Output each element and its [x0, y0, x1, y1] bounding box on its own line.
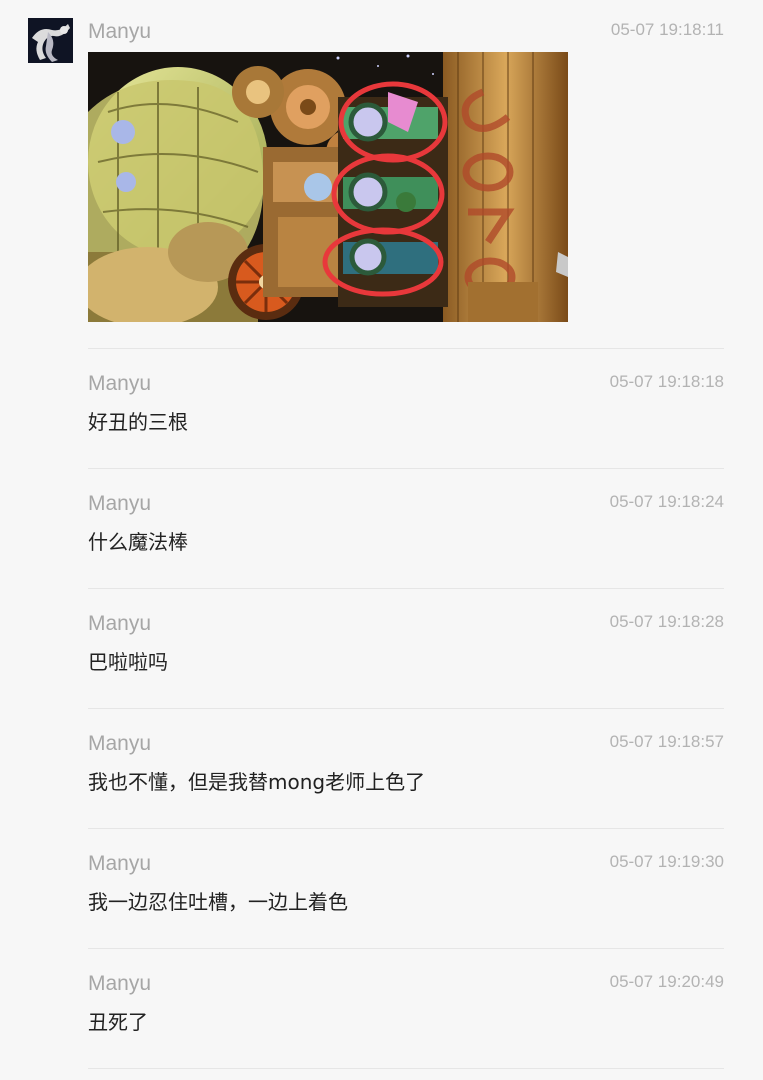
- message-text: 什么魔法棒: [88, 530, 188, 554]
- message-text: 我一边忍住吐槽，一边上着色: [88, 890, 348, 914]
- message-time: 05-07 19:19:30: [609, 852, 724, 871]
- divider: [88, 468, 724, 469]
- message-time: 05-07 19:18:57: [609, 732, 724, 751]
- message-time: 05-07 19:20:49: [609, 972, 724, 991]
- divider: [88, 828, 724, 829]
- sender-name[interactable]: Manyu: [88, 490, 151, 518]
- sender-name[interactable]: Manyu: [88, 730, 151, 758]
- message-text: 丑死了: [88, 1010, 148, 1034]
- sender-name[interactable]: Manyu: [88, 970, 151, 998]
- message-time: 05-07 19:18:18: [609, 372, 724, 391]
- divider: [88, 708, 724, 709]
- divider: [88, 1068, 724, 1069]
- message-item: Manyu 05-07 19:18:24 什么魔法棒: [88, 490, 724, 590]
- divider: [88, 348, 724, 349]
- message-text: 巴啦啦吗: [88, 650, 168, 674]
- sender-name[interactable]: Manyu: [88, 18, 151, 46]
- message-time: 05-07 19:18:24: [609, 492, 724, 511]
- message-image[interactable]: [88, 52, 568, 322]
- message-time: 05-07 19:18:11: [610, 20, 724, 39]
- message-time: 05-07 19:18:28: [609, 612, 724, 631]
- message-item: Manyu 05-07 19:20:49 丑死了: [88, 970, 724, 1070]
- message-item: Manyu 05-07 19:18:18 好丑的三根: [88, 370, 724, 470]
- chat-log: Manyu 05-07 19:18:11 Manyu 05-07 19:18:1…: [0, 0, 763, 1080]
- divider: [88, 588, 724, 589]
- message-text: 我也不懂，但是我替mong老师上色了: [88, 770, 426, 794]
- message-item: Manyu 05-07 19:18:11: [88, 18, 724, 349]
- message-item: Manyu 05-07 19:19:30 我一边忍住吐槽，一边上着色: [88, 850, 724, 950]
- message-text: 好丑的三根: [88, 410, 188, 434]
- avatar[interactable]: [28, 18, 73, 63]
- sender-name[interactable]: Manyu: [88, 850, 151, 878]
- sender-name[interactable]: Manyu: [88, 370, 151, 398]
- sender-name[interactable]: Manyu: [88, 610, 151, 638]
- divider: [88, 948, 724, 949]
- message-item: Manyu 05-07 19:18:28 巴啦啦吗: [88, 610, 724, 710]
- message-item: Manyu 05-07 19:18:57 我也不懂，但是我替mong老师上色了: [88, 730, 724, 830]
